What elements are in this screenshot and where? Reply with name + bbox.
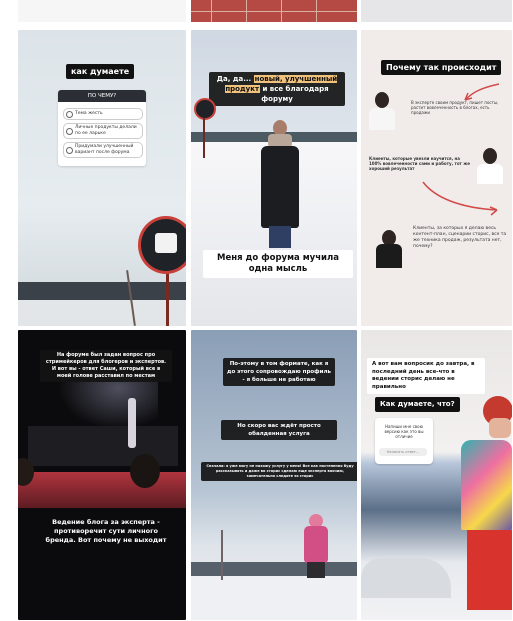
avatar (375, 92, 389, 108)
story-tile-6[interactable]: А вот вам вопросик до завтра, в последни… (361, 330, 512, 620)
arrow-icon (464, 83, 500, 101)
story-tile-4[interactable]: На форуме был задан вопрос про стримейке… (18, 330, 186, 620)
note-3: Клиенты, за которых я делаю весь контент… (413, 226, 507, 249)
top-strip-middle (191, 0, 357, 22)
caption-top: На форуме был задан вопрос про стримейке… (40, 350, 172, 382)
caption-2: Но скоро вас ждёт просто обалденная услу… (221, 420, 337, 440)
question-label: Как думаете, что? (375, 397, 460, 412)
skier-face (489, 418, 511, 438)
avatar (483, 148, 497, 164)
child-legs (307, 562, 325, 578)
poll-card[interactable]: ПО ЧЕМУ? Тема жесть Личные продукты дела… (58, 90, 146, 166)
question-box[interactable]: Напиши мне свою версию как это вы отличи… (375, 418, 433, 464)
radio-icon (66, 111, 73, 118)
bare-tree (221, 530, 223, 580)
mountain-rocks (361, 558, 451, 598)
person-jeans (269, 226, 291, 248)
answer-input[interactable]: Написать ответ... (379, 448, 427, 456)
poll-option-3[interactable]: Придумали улучшенный вариант после форум… (63, 142, 143, 158)
poll-question: ПО ЧЕМУ? (58, 90, 146, 102)
sign-post (166, 266, 169, 326)
audience-head (130, 454, 160, 488)
snow-ground (18, 300, 186, 326)
road-sign-icon (194, 98, 216, 120)
audience-seats (18, 472, 186, 508)
radio-icon (66, 128, 73, 135)
caption-3: Сначала: я уже могу не нахожу услугу у м… (201, 462, 357, 481)
arrow-icon (422, 181, 498, 216)
top-strip-right (361, 0, 512, 22)
caption-bottom: Меня до форума мучила одна мысль (203, 250, 353, 278)
note-2: Клиенты, которые увезли научится, на 100… (369, 156, 470, 171)
story-tile-1[interactable]: как думаете ПО ЧЕМУ? Тема жесть Личные п… (18, 30, 186, 326)
poll-option-2[interactable]: Личные продукты делали по ее ларьке (63, 123, 143, 139)
poll-option-1[interactable]: Тема жесть (63, 108, 143, 120)
skier-pants (467, 530, 512, 610)
road-sign-icon (138, 216, 186, 274)
skier-jacket (461, 440, 512, 530)
story-tile-2[interactable]: Да, да... новый, улучшенный продукт и вс… (191, 30, 357, 326)
poll-option-label: Личные продукты делали по ее ларьке (75, 125, 137, 136)
question-box-text: Напиши мне свою версию как это вы отличи… (384, 424, 424, 439)
person-coat (261, 146, 299, 228)
top-strip-left (18, 0, 186, 22)
poll-option-label: Придумали улучшенный вариант после форум… (75, 144, 134, 155)
caption-1: По-этому в том формате, как я до этого с… (223, 358, 335, 386)
story-tile-5[interactable]: По-этому в том формате, как я до этого с… (191, 330, 357, 620)
treeline (18, 282, 186, 300)
poll-option-label: Тема жесть (75, 111, 103, 116)
caption-top: А вот вам вопросик до завтра, в последни… (367, 358, 485, 394)
radio-icon (66, 147, 73, 154)
story-tile-3[interactable]: Почему так происходит В эксперте своим п… (361, 30, 512, 326)
story-title: Почему так происходит (381, 60, 502, 75)
child-coat (304, 526, 328, 564)
snow-ground (191, 576, 357, 620)
caption-bottom: Ведение блога за эксперта - противоречит… (45, 518, 167, 544)
treeline (191, 562, 357, 576)
caption-top: Да, да... новый, улучшенный продукт и вс… (209, 72, 345, 106)
speaker-figure (128, 398, 136, 448)
story-title: как думаете (66, 64, 135, 79)
